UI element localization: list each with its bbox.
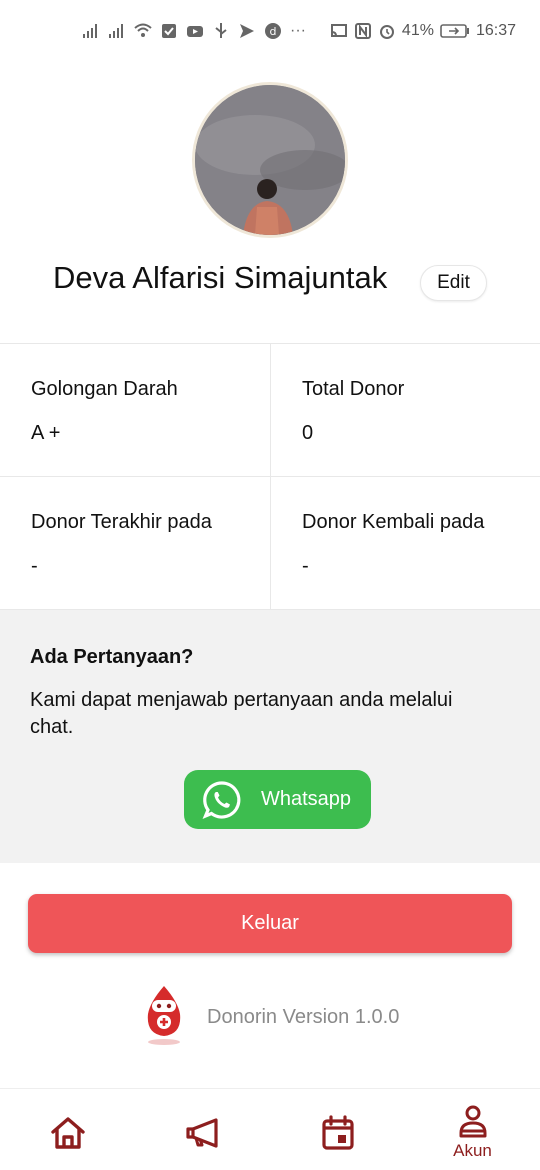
signal-icon <box>83 24 97 38</box>
profile-header: Deva Alfarisi Simajuntak Edit <box>0 256 540 304</box>
stat-value: - <box>31 555 38 577</box>
bottom-navigation: Akun <box>0 1088 540 1170</box>
cast-icon <box>330 24 347 37</box>
status-right-icons: 41% 16:37 <box>330 22 516 40</box>
stat-last-donor: Donor Terakhir pada - <box>0 477 270 610</box>
edit-profile-button[interactable]: Edit <box>420 265 487 301</box>
check-box-icon <box>162 24 176 38</box>
battery-percentage: 41% <box>401 22 434 39</box>
nav-account[interactable]: Akun <box>405 1089 540 1170</box>
stat-label: Golongan Darah <box>31 378 178 400</box>
youtube-icon <box>187 26 203 37</box>
stat-value: - <box>302 555 309 577</box>
dana-icon: d <box>265 23 281 39</box>
send-icon <box>240 24 254 38</box>
stats-grid: Golongan Darah A + Total Donor 0 Donor T… <box>0 343 540 610</box>
nav-announcements[interactable] <box>135 1089 270 1170</box>
nav-home[interactable] <box>0 1089 135 1170</box>
calendar-icon <box>321 1115 354 1150</box>
nav-schedule[interactable] <box>270 1089 405 1170</box>
svg-text:d: d <box>270 25 277 38</box>
stat-blood-type: Golongan Darah A + <box>0 344 270 477</box>
avatar-photo <box>195 85 345 235</box>
clock-time: 16:37 <box>475 22 516 39</box>
stat-total-donor: Total Donor 0 <box>270 344 540 477</box>
alarm-icon <box>379 25 394 39</box>
usb-icon <box>215 23 227 38</box>
whatsapp-label: Whatsapp <box>261 788 352 810</box>
whatsapp-icon <box>202 780 241 819</box>
profile-name: Deva Alfarisi Simajuntak <box>53 260 388 295</box>
megaphone-icon <box>185 1118 218 1148</box>
signal-icon-2 <box>109 24 123 38</box>
question-text: Kami dapat menjawab pertanyaan anda mela… <box>30 689 453 738</box>
nfc-icon <box>354 23 371 39</box>
stat-value: 0 <box>302 422 314 444</box>
stat-value: A + <box>31 422 61 444</box>
status-bar: d ··· 41% 16:37 <box>0 0 540 66</box>
whatsapp-button[interactable]: Whatsapp <box>184 770 371 829</box>
more-notifications-icon: ··· <box>290 22 306 39</box>
version-row: Donorin Version 1.0.0 <box>0 984 540 1050</box>
nav-account-label: Akun <box>453 1141 492 1160</box>
logout-button[interactable]: Keluar <box>28 894 512 953</box>
question-title: Ada Pertanyaan? <box>30 646 194 668</box>
status-left-icons: d ··· <box>82 22 306 40</box>
battery-icon <box>440 24 469 38</box>
donorin-mascot-logo <box>147 986 181 1045</box>
question-section: Ada Pertanyaan? Kami dapat menjawab pert… <box>0 610 540 863</box>
wifi-icon <box>134 23 152 37</box>
stat-label: Total Donor <box>302 378 405 400</box>
stat-next-donor: Donor Kembali pada - <box>270 477 540 610</box>
version-text: Donorin Version 1.0.0 <box>207 1006 400 1028</box>
stat-label: Donor Terakhir pada <box>31 511 212 533</box>
account-icon <box>459 1105 486 1138</box>
avatar[interactable] <box>192 82 348 238</box>
stat-label: Donor Kembali pada <box>302 511 485 533</box>
home-icon <box>50 1117 85 1149</box>
